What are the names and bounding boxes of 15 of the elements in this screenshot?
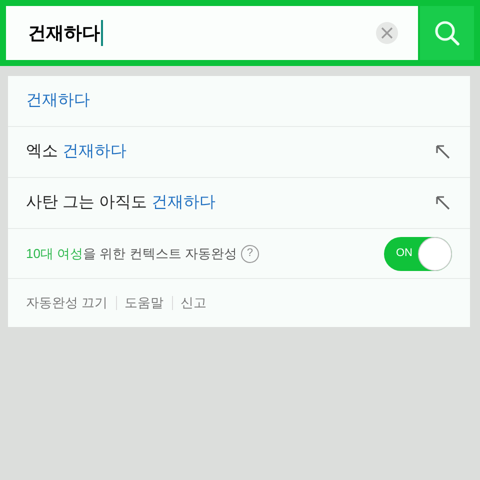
clear-icon[interactable]: [376, 22, 398, 44]
search-icon: [433, 19, 461, 47]
suggestion-item[interactable]: 건재하다: [26, 89, 90, 113]
context-autocomplete-label: 10대 여성 을 위한 컨텍스트 자동완성: [26, 244, 237, 263]
arrow-icon[interactable]: [436, 196, 450, 210]
search-field[interactable]: 건재하다: [6, 6, 418, 60]
toggle-switch[interactable]: ON: [384, 236, 452, 270]
footer-link[interactable]: 신고: [180, 293, 207, 313]
suggestion-item[interactable]: 사탄 그는 아직도 건재하다: [26, 191, 216, 215]
arrow-icon[interactable]: [436, 145, 450, 159]
suggestion-item[interactable]: 엑소 건재하다: [26, 140, 126, 164]
footer-link[interactable]: 자동완성 끄기: [26, 293, 108, 313]
help-button[interactable]: ?: [240, 244, 259, 262]
footer-link[interactable]: 도움말: [124, 293, 164, 313]
text-cursor: [101, 20, 103, 46]
